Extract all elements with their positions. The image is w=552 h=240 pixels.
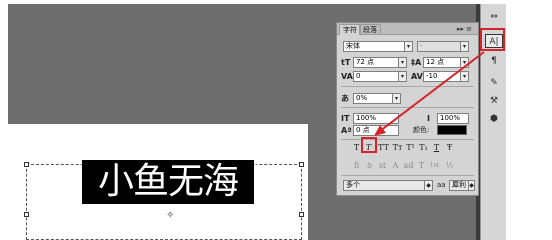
- chevron-down-icon[interactable]: ▾: [392, 93, 401, 104]
- transform-handle[interactable]: [24, 212, 29, 217]
- character-panel: 字符 段落 ▸▸ ≡ 宋体 ▾ - ▾ tT 72 点 ▾ ‡A 12 点 ▾ …: [336, 22, 479, 196]
- chevron-down-icon[interactable]: ▾: [460, 71, 469, 82]
- chevron-down-icon[interactable]: ▾: [398, 57, 407, 68]
- panel-tab-bar: 字符 段落 ▸▸ ≡: [337, 23, 478, 35]
- paragraph-icon[interactable]: ¶: [485, 54, 503, 68]
- font-family-select[interactable]: 宋体: [343, 41, 405, 52]
- contextual-alternates-button[interactable]: st: [377, 160, 388, 172]
- tsume-icon: あ: [341, 94, 349, 103]
- photoshop-window: 小鱼无海 ✧ ⇔ A| ¶ ✎ ⚒ ⬢ 字符 段落 ▸▸ ≡ 宋体 ▾ - ▾ …: [0, 0, 552, 240]
- chevron-down-icon[interactable]: ◆: [424, 180, 433, 191]
- vertical-scale-field[interactable]: 100%: [353, 113, 399, 124]
- selected-text-layer[interactable]: 小鱼无海: [82, 160, 256, 204]
- transform-handle[interactable]: [24, 162, 29, 167]
- 3d-icon[interactable]: ⬢: [485, 112, 503, 126]
- divider: [341, 86, 474, 87]
- language-select[interactable]: 多个: [343, 180, 425, 191]
- leading-field[interactable]: 12 点: [423, 57, 461, 68]
- subscript-button[interactable]: T₁: [418, 142, 429, 154]
- small-caps-button[interactable]: Tт: [391, 142, 404, 154]
- vertical-scale-icon: IT: [341, 114, 350, 123]
- tool-presets-icon[interactable]: ⚒: [485, 94, 503, 108]
- outside-area: [506, 0, 552, 240]
- font-size-icon: tT: [341, 58, 351, 67]
- divider: [341, 175, 474, 176]
- font-size-field[interactable]: 72 点: [353, 57, 399, 68]
- horizontal-scale-field[interactable]: 100%: [437, 113, 469, 124]
- superscript-button[interactable]: T¹: [405, 142, 416, 154]
- titling-alternates-button[interactable]: T: [416, 160, 427, 172]
- baseline-shift-icon: Aª: [341, 126, 352, 135]
- faux-italic-highlight: [361, 137, 377, 153]
- chevron-down-icon[interactable]: ▾: [404, 41, 413, 52]
- text-color-swatch[interactable]: [437, 125, 467, 135]
- brush-presets-icon[interactable]: ✎: [485, 76, 503, 90]
- all-caps-button[interactable]: TT: [377, 142, 390, 154]
- divider: [341, 107, 474, 108]
- tracking-icon: AV: [411, 72, 423, 81]
- font-style-select[interactable]: -: [417, 41, 461, 52]
- chevron-down-icon[interactable]: ◆: [468, 180, 475, 191]
- tracking-field[interactable]: -10: [423, 71, 461, 82]
- color-label: 颜色:: [413, 126, 430, 134]
- reference-point-icon: ✧: [166, 210, 175, 221]
- ordinals-button[interactable]: 1st: [429, 160, 440, 172]
- tab-paragraph[interactable]: 段落: [359, 24, 381, 35]
- swash-button[interactable]: A: [390, 160, 401, 172]
- kerning-icon: VA: [341, 72, 353, 81]
- panel-menu-icon[interactable]: ▸▸ ≡: [457, 23, 472, 35]
- ligature-button[interactable]: fi: [351, 160, 362, 172]
- antialias-icon: aa: [437, 181, 446, 189]
- dock-collapse-icon[interactable]: ⇔: [485, 10, 503, 24]
- transform-handle[interactable]: [299, 162, 304, 167]
- strikethrough-button[interactable]: Ŧ: [444, 142, 455, 154]
- baseline-shift-field[interactable]: 0 点: [353, 125, 399, 136]
- chevron-down-icon[interactable]: ▾: [398, 71, 407, 82]
- leading-icon: ‡A: [411, 58, 422, 67]
- fractions-button[interactable]: ½: [444, 160, 455, 172]
- kerning-field[interactable]: 0: [353, 71, 399, 82]
- horizontal-scale-icon: I: [427, 114, 430, 123]
- discretionary-ligature-button[interactable]: ꝺ: [364, 160, 375, 172]
- stylistic-alternates-button[interactable]: ad: [403, 160, 414, 172]
- character-icon-highlight: [480, 28, 505, 51]
- transform-handle[interactable]: [299, 212, 304, 217]
- chevron-down-icon[interactable]: ▾: [460, 57, 469, 68]
- tab-character[interactable]: 字符: [339, 24, 361, 35]
- tsume-field[interactable]: 0%: [353, 93, 393, 104]
- chevron-down-icon[interactable]: ▾: [460, 41, 469, 52]
- underline-button[interactable]: T: [431, 142, 442, 154]
- antialias-select[interactable]: 犀利: [449, 180, 469, 191]
